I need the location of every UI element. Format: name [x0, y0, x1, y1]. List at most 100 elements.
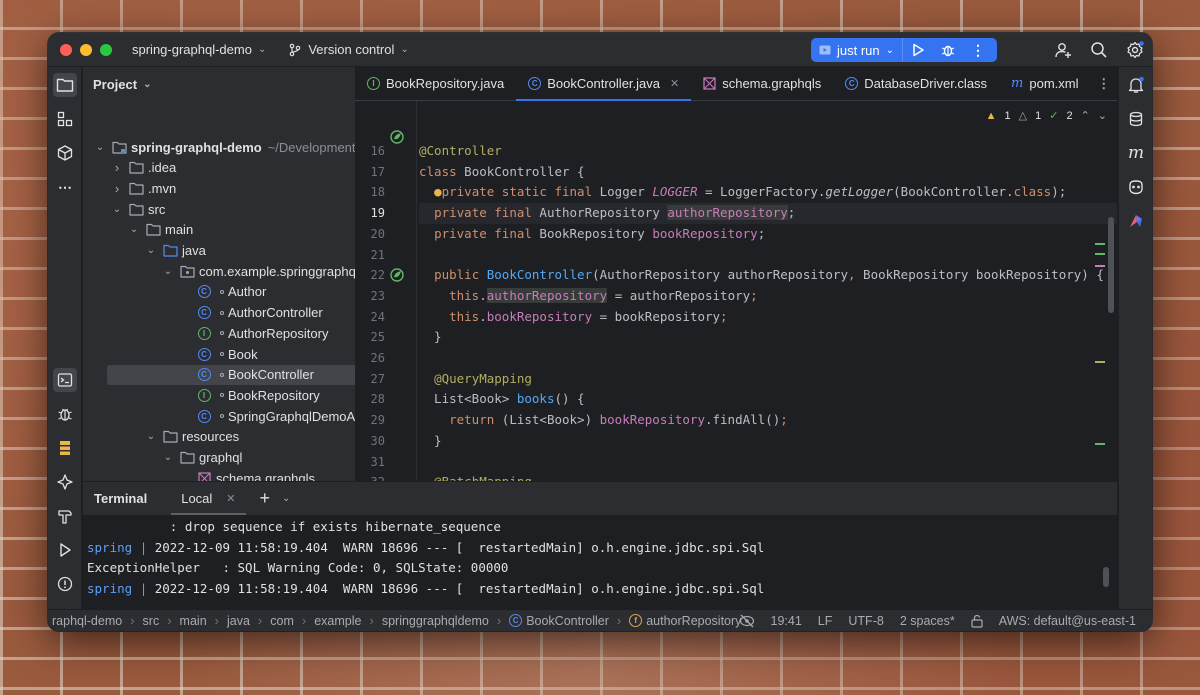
titlebar-right-actions: [1054, 33, 1144, 67]
breadcrumb-item[interactable]: java: [227, 614, 250, 628]
more-actions-button[interactable]: ⋮: [963, 38, 993, 62]
debug-tool-button[interactable]: [53, 402, 77, 426]
tree-item-bookrepository[interactable]: I BookRepository: [83, 385, 320, 405]
terminal-tab-local[interactable]: Local ✕: [171, 482, 246, 515]
new-terminal-button[interactable]: +: [260, 488, 271, 509]
tab-databasedriver[interactable]: C DatabaseDriver.class: [833, 67, 999, 100]
tree-item-label: Book: [228, 346, 258, 362]
chevron-down-icon[interactable]: ⌄: [282, 493, 290, 504]
version-control-menu[interactable]: Version control ⌄: [288, 42, 409, 57]
inspection-widget[interactable]: ▲ 1 △ 1 ✓ 2 ⌃ ⌄: [986, 109, 1107, 123]
lightbulb-icon[interactable]: ●: [434, 184, 442, 199]
tab-pom-xml[interactable]: m pom.xml: [999, 67, 1090, 100]
tree-item-com-example-springgraphqlde[interactable]: ⌄ com.example.springgraphqlde: [83, 261, 355, 281]
folder-icon: [162, 243, 178, 259]
close-icon[interactable]: ✕: [226, 492, 235, 505]
chevron-down-icon[interactable]: ⌄: [93, 142, 107, 153]
spring-bean-icon[interactable]: [389, 267, 405, 283]
graphql-icon: [703, 77, 716, 90]
warning-circle-icon: [57, 576, 73, 592]
unlock-icon[interactable]: [971, 614, 983, 628]
add-user-icon[interactable]: [1054, 41, 1072, 59]
copilot-button[interactable]: [1124, 175, 1148, 199]
tree-item-springgraphqldemoappl[interactable]: C SpringGraphqlDemoAppl: [83, 406, 355, 426]
settings-gear-icon[interactable]: [1126, 41, 1144, 59]
debug-button[interactable]: [933, 38, 963, 62]
aws-profile[interactable]: AWS: default@us-east-1: [999, 614, 1136, 628]
terminal-tool-button[interactable]: [53, 368, 77, 392]
caret-position[interactable]: 19:41: [771, 614, 802, 628]
tab-bookrepository[interactable]: I BookRepository.java: [355, 67, 516, 100]
maximize-window-button[interactable]: [100, 43, 112, 56]
tree-item-main[interactable]: ⌄ main: [83, 220, 193, 240]
build-tool-button[interactable]: [53, 504, 77, 528]
breadcrumb-item[interactable]: src: [143, 614, 160, 628]
problems-button[interactable]: [53, 572, 77, 596]
database-button[interactable]: [1124, 107, 1148, 131]
chevron-down-icon[interactable]: ⌄: [144, 245, 158, 256]
file-encoding[interactable]: UTF-8: [848, 614, 883, 628]
search-icon[interactable]: [1090, 41, 1108, 59]
close-window-button[interactable]: [60, 43, 72, 56]
breadcrumb-item[interactable]: raphql-demo: [52, 614, 122, 628]
structure-tool-button[interactable]: [53, 107, 77, 131]
tab-bookcontroller[interactable]: C BookController.java ✕: [516, 67, 692, 101]
maven-button[interactable]: m: [1124, 141, 1148, 165]
terminal-output[interactable]: : drop sequence if exists hibernate_sequ…: [83, 515, 1117, 609]
tab-overflow-menu[interactable]: ⋮: [1091, 67, 1118, 100]
tree-item-schema-graphqls[interactable]: schema.graphqls: [83, 468, 315, 481]
line-ending[interactable]: LF: [818, 614, 833, 628]
more-tools-button[interactable]: ⋯: [53, 175, 77, 199]
database-tool-button[interactable]: [53, 436, 77, 460]
tree-item-spring-graphql-demo[interactable]: ⌄ spring-graphql-demo ~/Development/wo: [83, 137, 355, 157]
run-config-selector[interactable]: just run ⌄: [811, 38, 904, 62]
tree-item-book[interactable]: C Book: [83, 344, 258, 364]
minimize-window-button[interactable]: [80, 43, 92, 56]
tree-item-graphql[interactable]: ⌄ graphql: [83, 448, 243, 468]
tree-item-bookcontroller[interactable]: C BookController: [107, 364, 355, 385]
chevron-right-icon[interactable]: ›: [110, 181, 124, 196]
problems-tool-button[interactable]: [53, 470, 77, 494]
breadcrumb-item[interactable]: com: [270, 614, 294, 628]
indent-setting[interactable]: 2 spaces*: [900, 614, 955, 628]
folder-icon: [128, 160, 144, 176]
breadcrumb-item[interactable]: main: [180, 614, 207, 628]
project-switcher[interactable]: spring-graphql-demo ⌄: [132, 42, 266, 57]
tree-item-authorrepository[interactable]: I AuthorRepository: [83, 323, 328, 343]
tree-item-src[interactable]: ⌄ src: [83, 199, 166, 219]
spring-bean-icon[interactable]: [389, 129, 405, 145]
tree-item-java[interactable]: ⌄ java: [83, 241, 206, 261]
project-panel-header[interactable]: Project ⌄: [83, 67, 355, 101]
graphql-plugin-button[interactable]: [1124, 209, 1148, 233]
chevron-down-icon[interactable]: ⌄: [1098, 109, 1107, 122]
chevron-down-icon[interactable]: ⌄: [161, 452, 175, 463]
no-inspection-icon[interactable]: [739, 614, 755, 628]
chevron-up-icon[interactable]: ⌃: [1081, 109, 1090, 122]
chevron-down-icon[interactable]: ⌄: [127, 224, 141, 235]
interface-icon: I: [367, 77, 380, 90]
breadcrumb-item[interactable]: authorRepository: [646, 614, 741, 628]
run-button[interactable]: [903, 38, 933, 62]
close-tab-icon[interactable]: ✕: [670, 77, 679, 90]
run-tool-button[interactable]: [53, 538, 77, 562]
chevron-down-icon[interactable]: ⌄: [110, 204, 124, 215]
breadcrumb-item[interactable]: example: [314, 614, 361, 628]
tree-item-mvn[interactable]: › .mvn: [83, 178, 176, 198]
project-tool-button[interactable]: [53, 73, 77, 97]
chevron-down-icon[interactable]: ⌄: [161, 266, 175, 277]
tree-item-author[interactable]: C Author: [83, 282, 266, 302]
tree-item-authorcontroller[interactable]: C AuthorController: [83, 303, 323, 323]
breadcrumb-item[interactable]: springgraphqldemo: [382, 614, 489, 628]
folder-icon: [162, 429, 178, 445]
services-tool-button[interactable]: [53, 141, 77, 165]
notifications-button[interactable]: [1124, 73, 1148, 97]
editor-scrollbar[interactable]: [1108, 217, 1114, 313]
terminal-scrollbar[interactable]: [1103, 567, 1109, 587]
chevron-right-icon[interactable]: ›: [110, 160, 124, 175]
chevron-down-icon[interactable]: ⌄: [144, 431, 158, 442]
code-editor[interactable]: 161718192021222324252627282930313233 @Co…: [355, 101, 1117, 481]
breadcrumb-item[interactable]: BookController: [526, 614, 609, 628]
tab-schema-graphqls[interactable]: schema.graphqls: [691, 67, 833, 100]
tree-item-resources[interactable]: ⌄ resources: [83, 427, 239, 447]
tree-item-idea[interactable]: › .idea: [83, 158, 176, 178]
